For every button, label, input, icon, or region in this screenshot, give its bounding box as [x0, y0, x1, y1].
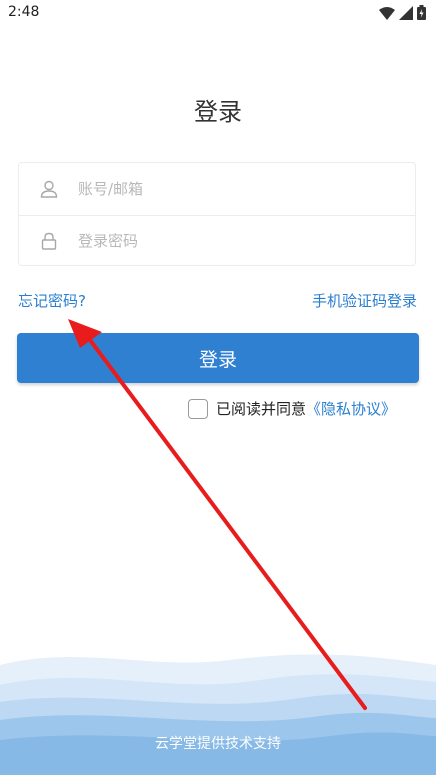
- agreement-text: 已阅读并同意: [216, 400, 307, 418]
- account-row: [19, 163, 415, 216]
- sms-login-link[interactable]: 手机验证码登录: [312, 290, 417, 311]
- agreement-checkbox[interactable]: [188, 398, 208, 419]
- privacy-policy-link[interactable]: 《隐私协议》: [306, 398, 396, 419]
- status-time: 2:48: [8, 4, 40, 20]
- forgot-password-link[interactable]: 忘记密码?: [18, 290, 86, 311]
- signal-icon: [399, 5, 413, 24]
- login-form: [18, 162, 416, 266]
- agreement-row: 已阅读并同意 《隐私协议》: [188, 398, 396, 419]
- user-icon: [39, 179, 59, 199]
- battery-icon: [417, 5, 426, 24]
- wave-background: [0, 654, 436, 775]
- account-input[interactable]: [76, 179, 380, 199]
- status-bar: 2:48: [0, 0, 436, 26]
- password-row: [19, 215, 415, 267]
- footer-text: 云学堂提供技术支持: [155, 736, 281, 752]
- page-title: 登录: [194, 98, 242, 126]
- status-icons: [379, 5, 426, 24]
- lock-icon: [39, 231, 59, 251]
- wifi-icon: [379, 5, 395, 24]
- password-input[interactable]: [76, 231, 380, 251]
- login-button[interactable]: 登录: [17, 333, 419, 383]
